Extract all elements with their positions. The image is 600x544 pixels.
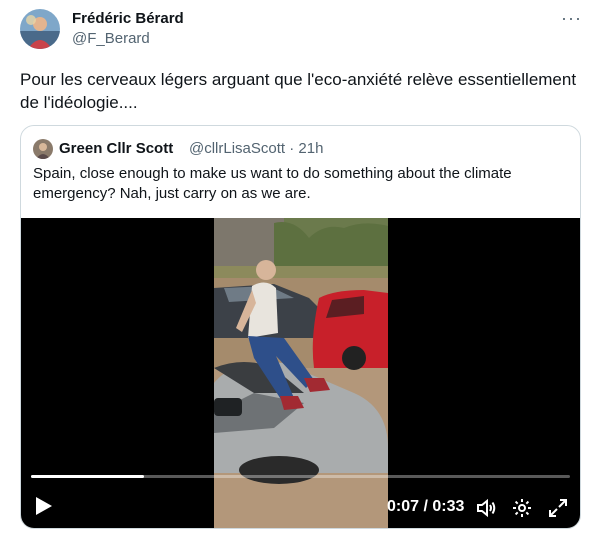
video-frame[interactable] [214, 218, 388, 528]
video-progress-bar[interactable] [31, 475, 570, 478]
quoted-text: Spain, close enough to make us want to d… [33, 165, 512, 202]
author-name[interactable]: Frédéric Bérard [72, 10, 184, 27]
quoted-author-name[interactable]: Green Cllr Scott [59, 140, 173, 157]
video-player[interactable]: 0:07 / 0:33 [21, 218, 580, 528]
play-icon[interactable] [35, 496, 53, 516]
tweet-card: Frédéric Bérard @F_Berard ··· Pour les c… [0, 0, 600, 544]
quoted-handle-time[interactable]: @cllrLisaScott · 21h [189, 140, 323, 157]
quoted-header: Green Cllr Scott @cllrLisaScott · 21h [33, 138, 563, 160]
video-progress-fill [31, 475, 145, 478]
more-options-icon[interactable]: ··· [561, 8, 582, 29]
volume-icon[interactable] [475, 497, 497, 519]
fullscreen-icon[interactable] [547, 497, 569, 519]
author-handle[interactable]: @F_Berard [72, 30, 150, 47]
video-time: 0:07 / 0:33 [387, 498, 465, 515]
settings-icon[interactable] [511, 497, 533, 519]
tweet-header: Frédéric Bérard @F_Berard ··· [20, 8, 584, 52]
quoted-avatar[interactable] [33, 139, 53, 159]
quoted-tweet[interactable]: Green Cllr Scott @cllrLisaScott · 21h Sp… [20, 125, 581, 529]
tweet-text: Pour les cerveaux légers arguant que l'e… [20, 70, 577, 112]
author-avatar[interactable] [20, 9, 60, 49]
